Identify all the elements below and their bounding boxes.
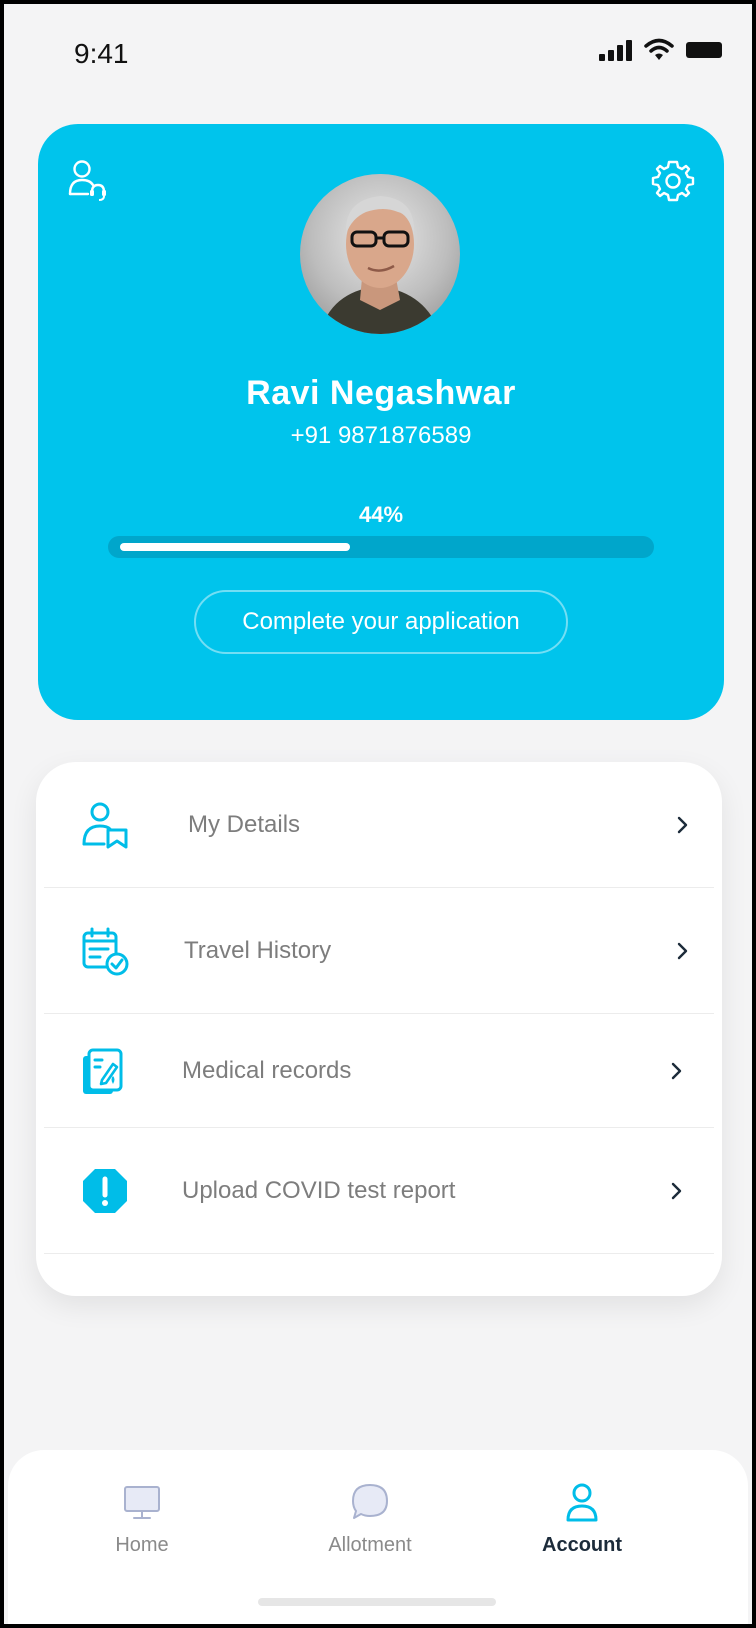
- avatar-photo: [320, 196, 440, 334]
- menu-item-label: Medical records: [182, 1056, 352, 1084]
- support-agent-icon[interactable]: [66, 158, 110, 202]
- menu-item-label: My Details: [188, 810, 301, 838]
- profile-name: Ravi Negashwar: [246, 374, 516, 412]
- cellular-signal-icon: [599, 39, 632, 61]
- medical-file-icon: [83, 1048, 123, 1094]
- progress-bar-fill: [120, 543, 350, 551]
- avatar: [300, 174, 460, 334]
- status-time: 9:41: [74, 38, 129, 69]
- chevron-right-icon: [671, 1182, 682, 1199]
- status-icons: [599, 38, 722, 62]
- complete-application-button[interactable]: Complete your application: [194, 590, 568, 654]
- user-icon: [566, 1483, 598, 1522]
- menu-item-label: Upload COVID test report: [182, 1176, 456, 1204]
- gear-icon[interactable]: [650, 158, 696, 204]
- user-details-icon: [82, 802, 128, 848]
- menu-item-medical-records[interactable]: Medical records: [44, 1014, 714, 1128]
- progress-bar: [108, 536, 654, 558]
- profile-card: Ravi Negashwar +91 9871876589 44% Comple…: [38, 124, 724, 720]
- nav-allotment[interactable]: Allotment: [290, 1480, 450, 1580]
- menu-item-label: Travel History: [184, 936, 332, 964]
- nav-label: Account: [542, 1534, 622, 1556]
- nav-label: Allotment: [328, 1534, 412, 1556]
- chevron-right-icon: [671, 1062, 682, 1079]
- alert-octagon-icon: [83, 1168, 127, 1213]
- monitor-icon: [124, 1486, 160, 1519]
- nav-label: Home: [115, 1534, 169, 1556]
- home-indicator: [258, 1598, 496, 1606]
- progress-percent: 44%: [358, 502, 404, 527]
- wifi-icon: [644, 38, 674, 60]
- battery-icon: [686, 42, 722, 58]
- menu-item-upload-covid-report[interactable]: Upload COVID test report: [44, 1128, 714, 1254]
- bottom-nav: Home Allotment Account: [8, 1450, 748, 1624]
- app-screen: 9:41 Ravi Negashwar +91 9871876589 44% C…: [4, 4, 752, 1624]
- nav-account[interactable]: Account: [502, 1480, 662, 1580]
- menu-item-my-details[interactable]: My Details: [44, 762, 714, 888]
- menu-item-travel-history[interactable]: Travel History: [44, 888, 714, 1014]
- nav-home[interactable]: Home: [62, 1480, 222, 1580]
- profile-phone: +91 9871876589: [290, 422, 472, 449]
- calendar-check-icon: [82, 927, 129, 975]
- chevron-right-icon: [677, 942, 688, 959]
- account-menu: My Details Travel History Medical record…: [36, 762, 722, 1296]
- chat-bubble-icon: [352, 1484, 388, 1519]
- chevron-right-icon: [677, 816, 688, 833]
